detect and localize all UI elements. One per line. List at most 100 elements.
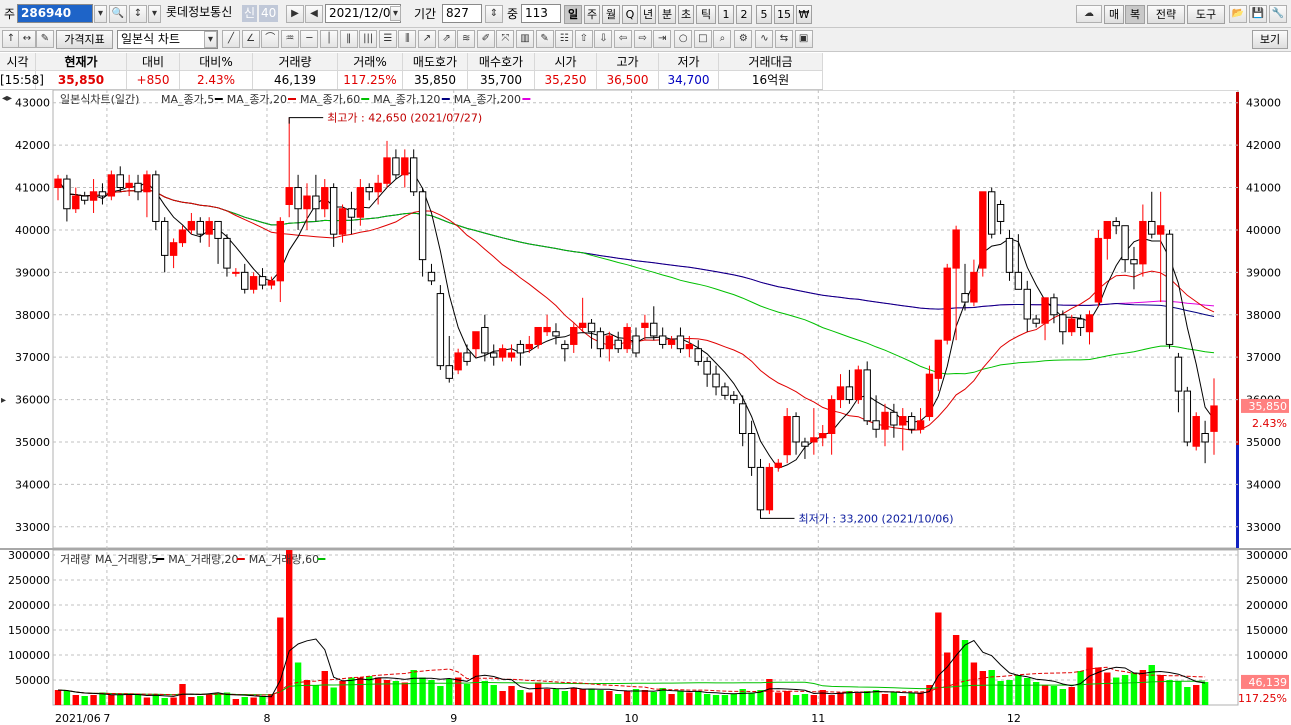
quote-table: 시각 [15:58] 현재가 35,850 대비 +850 대비% 2.43% 거래량 46,13… <box>0 53 823 90</box>
expand-horizontal-icon[interactable]: ↔ <box>18 30 36 48</box>
tools-button[interactable]: 도구 <box>1187 5 1225 24</box>
shift-right-icon[interactable]: ⇨ <box>633 30 652 48</box>
arrow-up-right-icon[interactable]: ↗ <box>418 30 436 48</box>
volume-bar <box>63 691 71 705</box>
trend-line-icon[interactable]: ╱ <box>222 30 240 48</box>
period-tab[interactable]: 5 <box>756 5 772 24</box>
candle-body <box>1156 225 1165 235</box>
grid-icon[interactable]: ▥ <box>516 30 534 48</box>
period-tab[interactable]: Q <box>622 5 638 24</box>
duplicate-button[interactable]: 복 <box>1125 5 1145 24</box>
stock-code-dropdown-icon[interactable]: ▾ <box>94 5 107 23</box>
candle-body <box>845 386 854 401</box>
regression-channel-icon[interactable]: ⇗ <box>437 30 456 48</box>
candle-body <box>427 271 436 282</box>
candle-body <box>1165 233 1174 345</box>
text-note-icon[interactable]: ✎ <box>535 30 554 48</box>
compare-icon[interactable]: ⇆ <box>775 30 793 48</box>
volume-bar <box>81 696 88 705</box>
wave-icon[interactable]: ≋ <box>457 30 476 48</box>
volume-bar <box>828 695 835 705</box>
period-tab[interactable]: 일 <box>564 5 582 24</box>
volume-bar <box>374 677 382 705</box>
prev-arrow-icon[interactable]: ◀ <box>305 5 323 23</box>
candle-body <box>169 242 178 256</box>
open-folder-icon[interactable]: 📂 <box>1229 5 1247 23</box>
candle-body <box>418 191 427 261</box>
multi-vertical-lines-icon[interactable]: ||| <box>359 30 378 48</box>
wave-pattern-icon[interactable]: ∿ <box>755 30 774 48</box>
strategy-button[interactable]: 전략 <box>1147 5 1185 24</box>
candle-body <box>63 178 71 210</box>
view-button[interactable]: 보기 <box>1252 30 1288 49</box>
jump-end-icon[interactable]: ⇥ <box>653 30 672 48</box>
volume-bar <box>783 691 791 705</box>
candle-body <box>961 293 969 303</box>
horizontal-line-icon[interactable]: ─ <box>300 30 319 48</box>
angle-line-icon[interactable]: ∠ <box>241 30 260 48</box>
quote-value: 35,850 <box>36 71 127 89</box>
sort-icon[interactable]: ↕ <box>129 5 147 23</box>
parallel-lines-icon[interactable]: ‖ <box>339 30 358 48</box>
period-tab[interactable]: 초 <box>678 5 694 24</box>
shift-down-icon[interactable]: ⇩ <box>594 30 613 48</box>
indicator-settings-icon[interactable]: ⚙ <box>734 30 753 48</box>
chart-type-select[interactable]: 일본식 차트 <box>117 30 218 49</box>
chart-type-dropdown-icon[interactable]: ▾ <box>204 31 217 48</box>
settings-wrench-icon[interactable]: 🔧 <box>1269 5 1287 23</box>
cloud-icon[interactable]: ☁ <box>1076 5 1102 23</box>
date-dropdown-icon[interactable]: ▾ <box>390 6 401 21</box>
edit-icon[interactable]: ✎ <box>36 30 54 48</box>
period-tab[interactable]: 2 <box>736 5 752 24</box>
period-tab[interactable]: 15 <box>774 5 794 24</box>
candle-body <box>507 352 516 358</box>
period-spin-icon[interactable]: ⇕ <box>485 5 503 23</box>
period-tab[interactable]: 월 <box>602 5 620 24</box>
zoom-icon[interactable]: ⌕ <box>713 30 732 48</box>
candle-body <box>925 373 934 418</box>
count-input[interactable]: 113 <box>521 4 561 23</box>
order-button[interactable]: 매 <box>1104 5 1124 24</box>
rectangle-icon[interactable]: □ <box>693 30 712 48</box>
fibonacci-fan-icon[interactable]: ♒ <box>280 30 299 48</box>
circle-icon[interactable]: ○ <box>674 30 693 48</box>
stock-code-input[interactable]: 286940 <box>17 4 93 23</box>
save-icon[interactable]: 💾 <box>1249 5 1267 23</box>
volume-bar <box>232 699 240 705</box>
period-tab[interactable]: 주 <box>584 5 600 24</box>
search-icon[interactable]: 🔍 <box>109 5 127 23</box>
sort-dropdown-icon[interactable]: ▾ <box>148 5 161 23</box>
shift-up-icon[interactable]: ⇧ <box>574 30 593 48</box>
next-arrow-icon[interactable]: ▶ <box>286 5 304 23</box>
drawing-toolbar: ↑ ↔ ✎ 가격지표 일본식 차트 ▾ ╱ ∠ ⌒ ♒ ─ │ ‖ ||| ☰ ⫼ ↗ ⇗ ≋ ✐ ⤧ ▥ ✎ ☷… <box>0 28 1291 52</box>
arc-icon[interactable]: ⌒ <box>261 30 280 48</box>
volume-bar <box>294 662 302 705</box>
period-input[interactable]: 827 <box>442 4 482 23</box>
volume-bar <box>641 690 649 705</box>
table-icon[interactable]: ☷ <box>555 30 574 48</box>
price-indicator-button[interactable]: 가격지표 <box>56 30 113 49</box>
fibonacci-retracement-icon[interactable]: ☰ <box>378 30 397 48</box>
volume-axis-tick-right: 300000 <box>1246 549 1288 562</box>
vertical-line-icon[interactable]: │ <box>320 30 338 48</box>
x-axis-label: 8 <box>263 712 270 725</box>
period-tab[interactable]: 분 <box>658 5 676 24</box>
volume-bar <box>837 692 844 705</box>
candle-body <box>1014 271 1023 290</box>
cross-cursor-icon[interactable]: ⤧ <box>496 30 515 48</box>
volume-bar <box>890 692 898 705</box>
candle-body <box>552 331 560 337</box>
period-tab[interactable]: 년 <box>640 5 656 24</box>
stock-chart: 3300033000340003400035000350003600036000… <box>0 90 1291 725</box>
gann-box-icon[interactable]: ⫼ <box>398 30 417 48</box>
candle-body <box>721 386 729 396</box>
candle-body <box>1139 220 1147 265</box>
volume-bar <box>188 697 195 705</box>
pen-icon[interactable]: ✐ <box>476 30 495 48</box>
period-tab[interactable]: ₩ <box>796 5 812 24</box>
screenshot-icon[interactable]: ▣ <box>794 30 813 48</box>
period-tab[interactable]: 1 <box>718 5 734 24</box>
shift-left-icon[interactable]: ⇦ <box>614 30 632 48</box>
period-tab[interactable]: 틱 <box>696 5 716 24</box>
candle-body <box>694 348 702 362</box>
